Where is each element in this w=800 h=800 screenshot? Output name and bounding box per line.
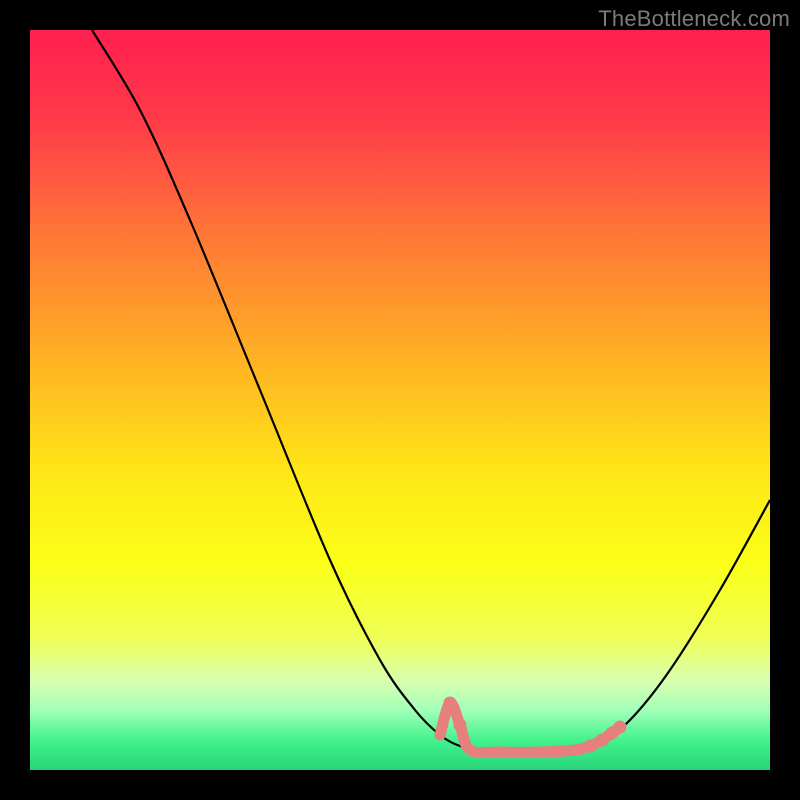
primary-v-curve <box>92 30 770 752</box>
plot-curves <box>30 30 770 770</box>
pink-marker-segment <box>440 697 627 753</box>
watermark-label: TheBottleneck.com <box>598 6 790 32</box>
